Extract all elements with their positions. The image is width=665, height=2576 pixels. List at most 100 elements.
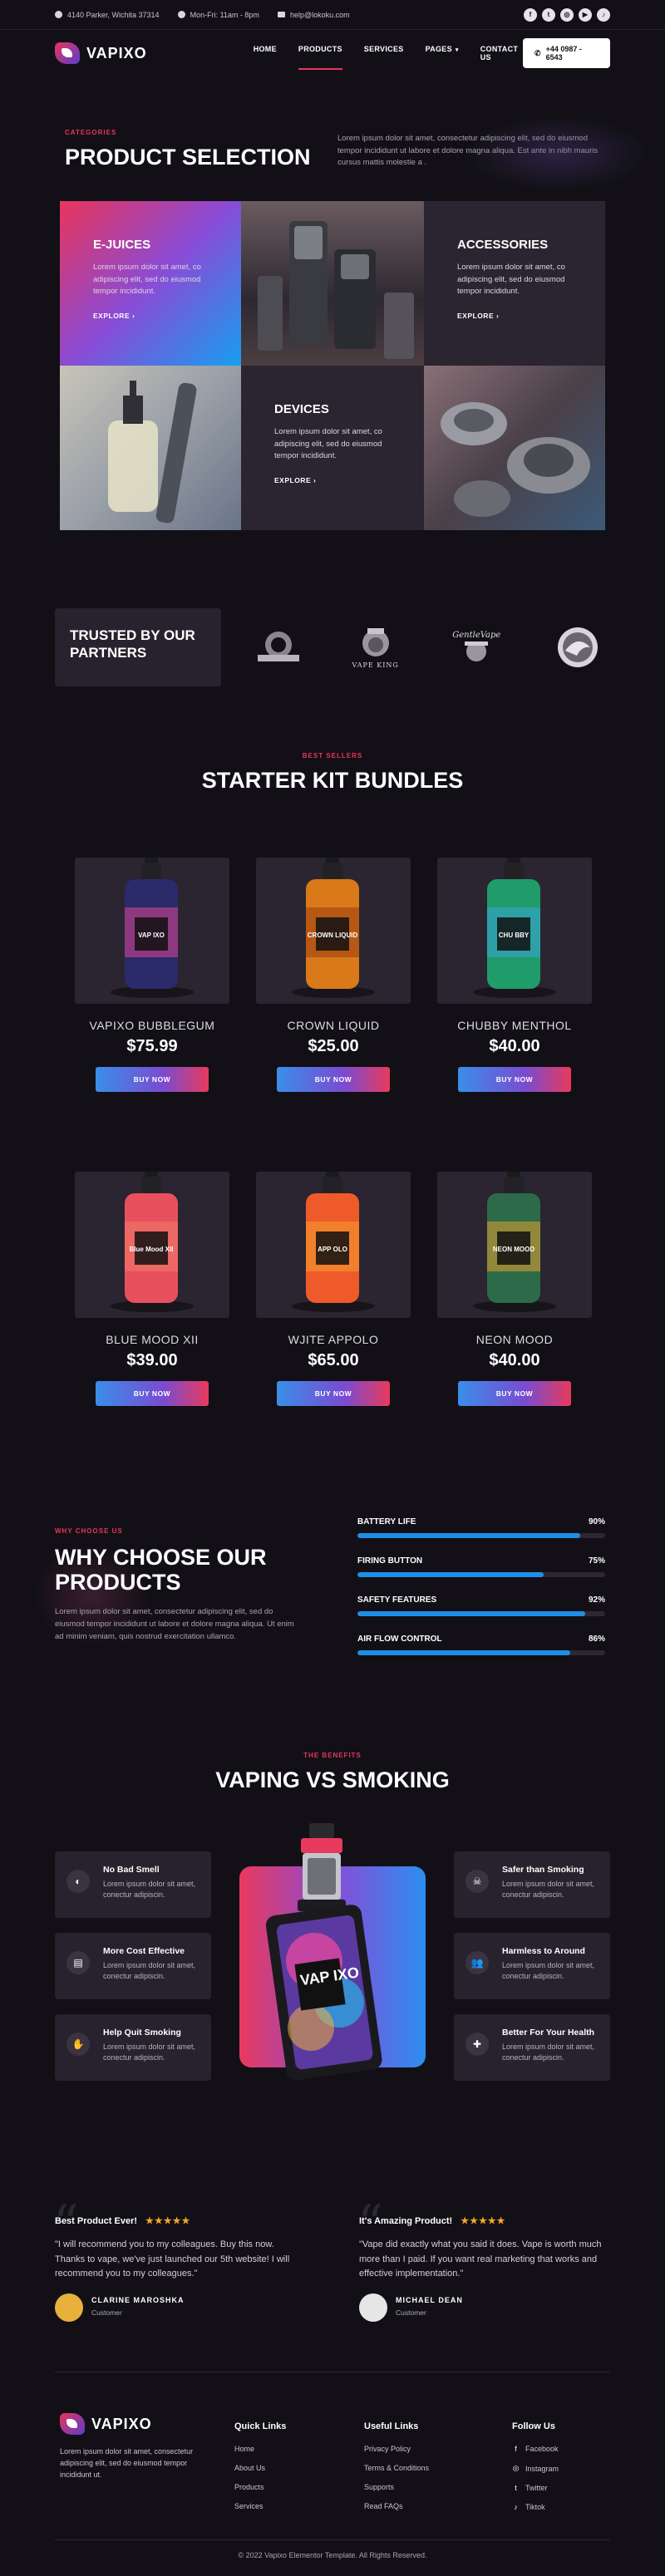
bottle-label: CROWN LIQUID: [308, 932, 358, 939]
eliquid-bottle-image: [108, 381, 197, 524]
twitter-icon[interactable]: t: [542, 7, 555, 22]
partner-logo-3[interactable]: GentleVape: [443, 631, 510, 665]
benefit-card: ◐ No Bad Smell Lorem ipsum dolor sit amet,…: [55, 1851, 211, 1918]
tiktok-icon[interactable]: ♪: [597, 7, 610, 22]
nav-item-products[interactable]: PRODUCTS: [298, 42, 342, 70]
partner-logo-2[interactable]: VAPE KING: [347, 627, 405, 669]
footer-link[interactable]: Read FAQs: [364, 2502, 429, 2510]
benefit-title: Safer than Smoking: [502, 1865, 584, 1875]
explore-link[interactable]: EXPLORE ›: [457, 312, 572, 320]
footer-link[interactable]: Privacy Policy: [364, 2445, 429, 2453]
partners-title: TRUSTED BY OUR PARTNERS: [70, 627, 195, 661]
explore-link[interactable]: EXPLORE ›: [274, 476, 391, 484]
bundles-title: STARTER KIT BUNDLES: [201, 768, 464, 793]
nav-item-contact-us[interactable]: CONTACT US: [480, 42, 523, 65]
skull-icon: ☠: [466, 1870, 489, 1893]
benefit-card: 👥 Harmless to Around Lorem ipsum dolor sit…: [454, 1933, 610, 1999]
nav-item-label: HOME: [253, 45, 277, 53]
phone-icon: ✆: [534, 48, 541, 57]
tile-text: Lorem ipsum dolor sit amet, co adipiscin…: [457, 263, 565, 297]
explore-link[interactable]: EXPLORE ›: [93, 312, 208, 320]
footer-link[interactable]: Services: [234, 2502, 286, 2510]
clock-icon: [177, 11, 185, 18]
social-link-twitter[interactable]: t Twitter: [512, 2484, 559, 2492]
category-tile-ejuices[interactable]: E-JUICES Lorem ipsum dolor sit amet, co …: [60, 201, 241, 366]
product-bottle-image: VAP IXO: [111, 858, 194, 998]
stat-fill: [357, 1650, 571, 1655]
footer-logo[interactable]: VAPIXO: [60, 2413, 201, 2435]
product-photo-bottle: [60, 366, 241, 530]
product-card[interactable]: Blue Mood XII: [75, 1172, 229, 1318]
footer-useful-links: Useful Links Privacy Policy Terms & Condit…: [364, 2421, 429, 2521]
facebook-icon[interactable]: f: [524, 7, 537, 22]
product-bottle-image: CROWN LIQUID: [292, 858, 375, 998]
brand-name: VAPIXO: [86, 44, 147, 61]
product-card[interactable]: NEON MOOD: [437, 1172, 592, 1318]
product-bottle-image: NEON MOOD: [473, 1172, 556, 1312]
nav-item-pages[interactable]: PAGES ▾: [426, 42, 459, 65]
product-card[interactable]: VAP IXO: [75, 858, 229, 1004]
facebook-icon: f: [515, 2445, 517, 2453]
social-link-label: Tiktok: [525, 2503, 545, 2511]
footer-link[interactable]: Supports: [364, 2483, 429, 2491]
benefit-title: Better For Your Health: [502, 2028, 595, 2038]
product-name[interactable]: CHUBBY MENTHOL: [437, 1019, 592, 1032]
stat-bar: FIRING BUTTON 75%: [357, 1556, 605, 1577]
buy-now-button[interactable]: BUY NOW: [96, 1381, 209, 1406]
vape-coils-image: [441, 402, 590, 517]
footer-link[interactable]: Terms & Conditions: [364, 2464, 429, 2472]
avatar: [359, 2293, 387, 2322]
testimonial-heading: It's Amazing Product! ★★★★★: [359, 2215, 608, 2227]
phone-button[interactable]: ✆ +44 0987 - 6543: [523, 38, 610, 68]
stat-value: 86%: [588, 1635, 605, 1644]
buy-now-button[interactable]: BUY NOW: [458, 1067, 571, 1092]
smell-icon: ◐: [66, 1870, 90, 1893]
youtube-icon[interactable]: ▶: [579, 7, 592, 22]
instagram-icon[interactable]: ◎: [560, 7, 574, 22]
product-name[interactable]: BLUE MOOD XII: [75, 1333, 229, 1346]
product-card[interactable]: APP OLO: [256, 1172, 411, 1318]
nav-item-services[interactable]: SERVICES: [364, 42, 404, 65]
footer-link[interactable]: Home: [234, 2445, 286, 2453]
social-link-instagram[interactable]: ◎ Instagram: [512, 2464, 559, 2473]
buy-now-button[interactable]: BUY NOW: [96, 1067, 209, 1092]
category-tile-accessories[interactable]: ACCESSORIES Lorem ipsum dolor sit amet, …: [424, 201, 605, 366]
vape-devices-image: [258, 221, 414, 359]
selection-eyebrow: CATEGORIES: [65, 129, 117, 136]
product-name[interactable]: VAPIXO BUBBLEGUM: [75, 1019, 229, 1032]
email-info[interactable]: help@lokoku.com: [277, 11, 350, 19]
address-info: 4140 Parker, Wichita 37314: [55, 11, 160, 19]
social-link-tiktok[interactable]: ♪ Tiktok: [512, 2503, 559, 2511]
category-tile-devices[interactable]: DEVICES Lorem ipsum dolor sit amet, co a…: [241, 366, 424, 530]
brand-logo[interactable]: VAPIXO: [55, 42, 147, 64]
partner-logo-1[interactable]: [249, 627, 308, 668]
footer-brand: VAPIXO Lorem ipsum dolor sit amet, conse…: [60, 2413, 201, 2481]
product-price: $39.00: [126, 1351, 178, 1369]
nav-item-home[interactable]: HOME: [254, 42, 277, 65]
buy-now-button[interactable]: BUY NOW: [277, 1067, 390, 1092]
gentleman-emblem-icon: [465, 641, 489, 661]
email-link[interactable]: help@lokoku.com: [290, 11, 350, 19]
tiger-emblem-icon: [258, 632, 299, 661]
footer-link[interactable]: About Us: [234, 2464, 286, 2472]
buy-now-button[interactable]: BUY NOW: [277, 1381, 390, 1406]
buy-now-button[interactable]: BUY NOW: [458, 1381, 571, 1406]
why-description: Lorem ipsum dolor sit amet, consectetur …: [55, 1607, 294, 1641]
author-info: CLARINE MAROSHKA Customer: [91, 2296, 185, 2319]
product-card[interactable]: CROWN LIQUID: [256, 858, 411, 1004]
partner-logo-4[interactable]: [549, 622, 607, 672]
avatar: [55, 2293, 83, 2322]
benefits-title: VAPING VS SMOKING: [215, 1767, 450, 1792]
product-name[interactable]: NEON MOOD: [437, 1333, 592, 1346]
social-link-facebook[interactable]: f Facebook: [512, 2445, 559, 2453]
product-price: $40.00: [489, 1351, 540, 1369]
twitter-icon: t: [515, 2484, 517, 2492]
nav-menu: HOME PRODUCTS SERVICES PAGES ▾ CONTACT US: [254, 42, 523, 70]
product-name[interactable]: CROWN LIQUID: [256, 1019, 411, 1032]
product-card[interactable]: CHU BBY: [437, 858, 592, 1004]
bottle-label: NEON MOOD: [493, 1246, 534, 1253]
footer-link[interactable]: Products: [234, 2483, 286, 2491]
product-name[interactable]: WJITE APPOLO: [256, 1333, 411, 1346]
health-icon: ✚: [466, 2033, 489, 2056]
main-navigation: VAPIXO HOME PRODUCTS SERVICES PAGES ▾ CONTACT…: [0, 30, 665, 76]
